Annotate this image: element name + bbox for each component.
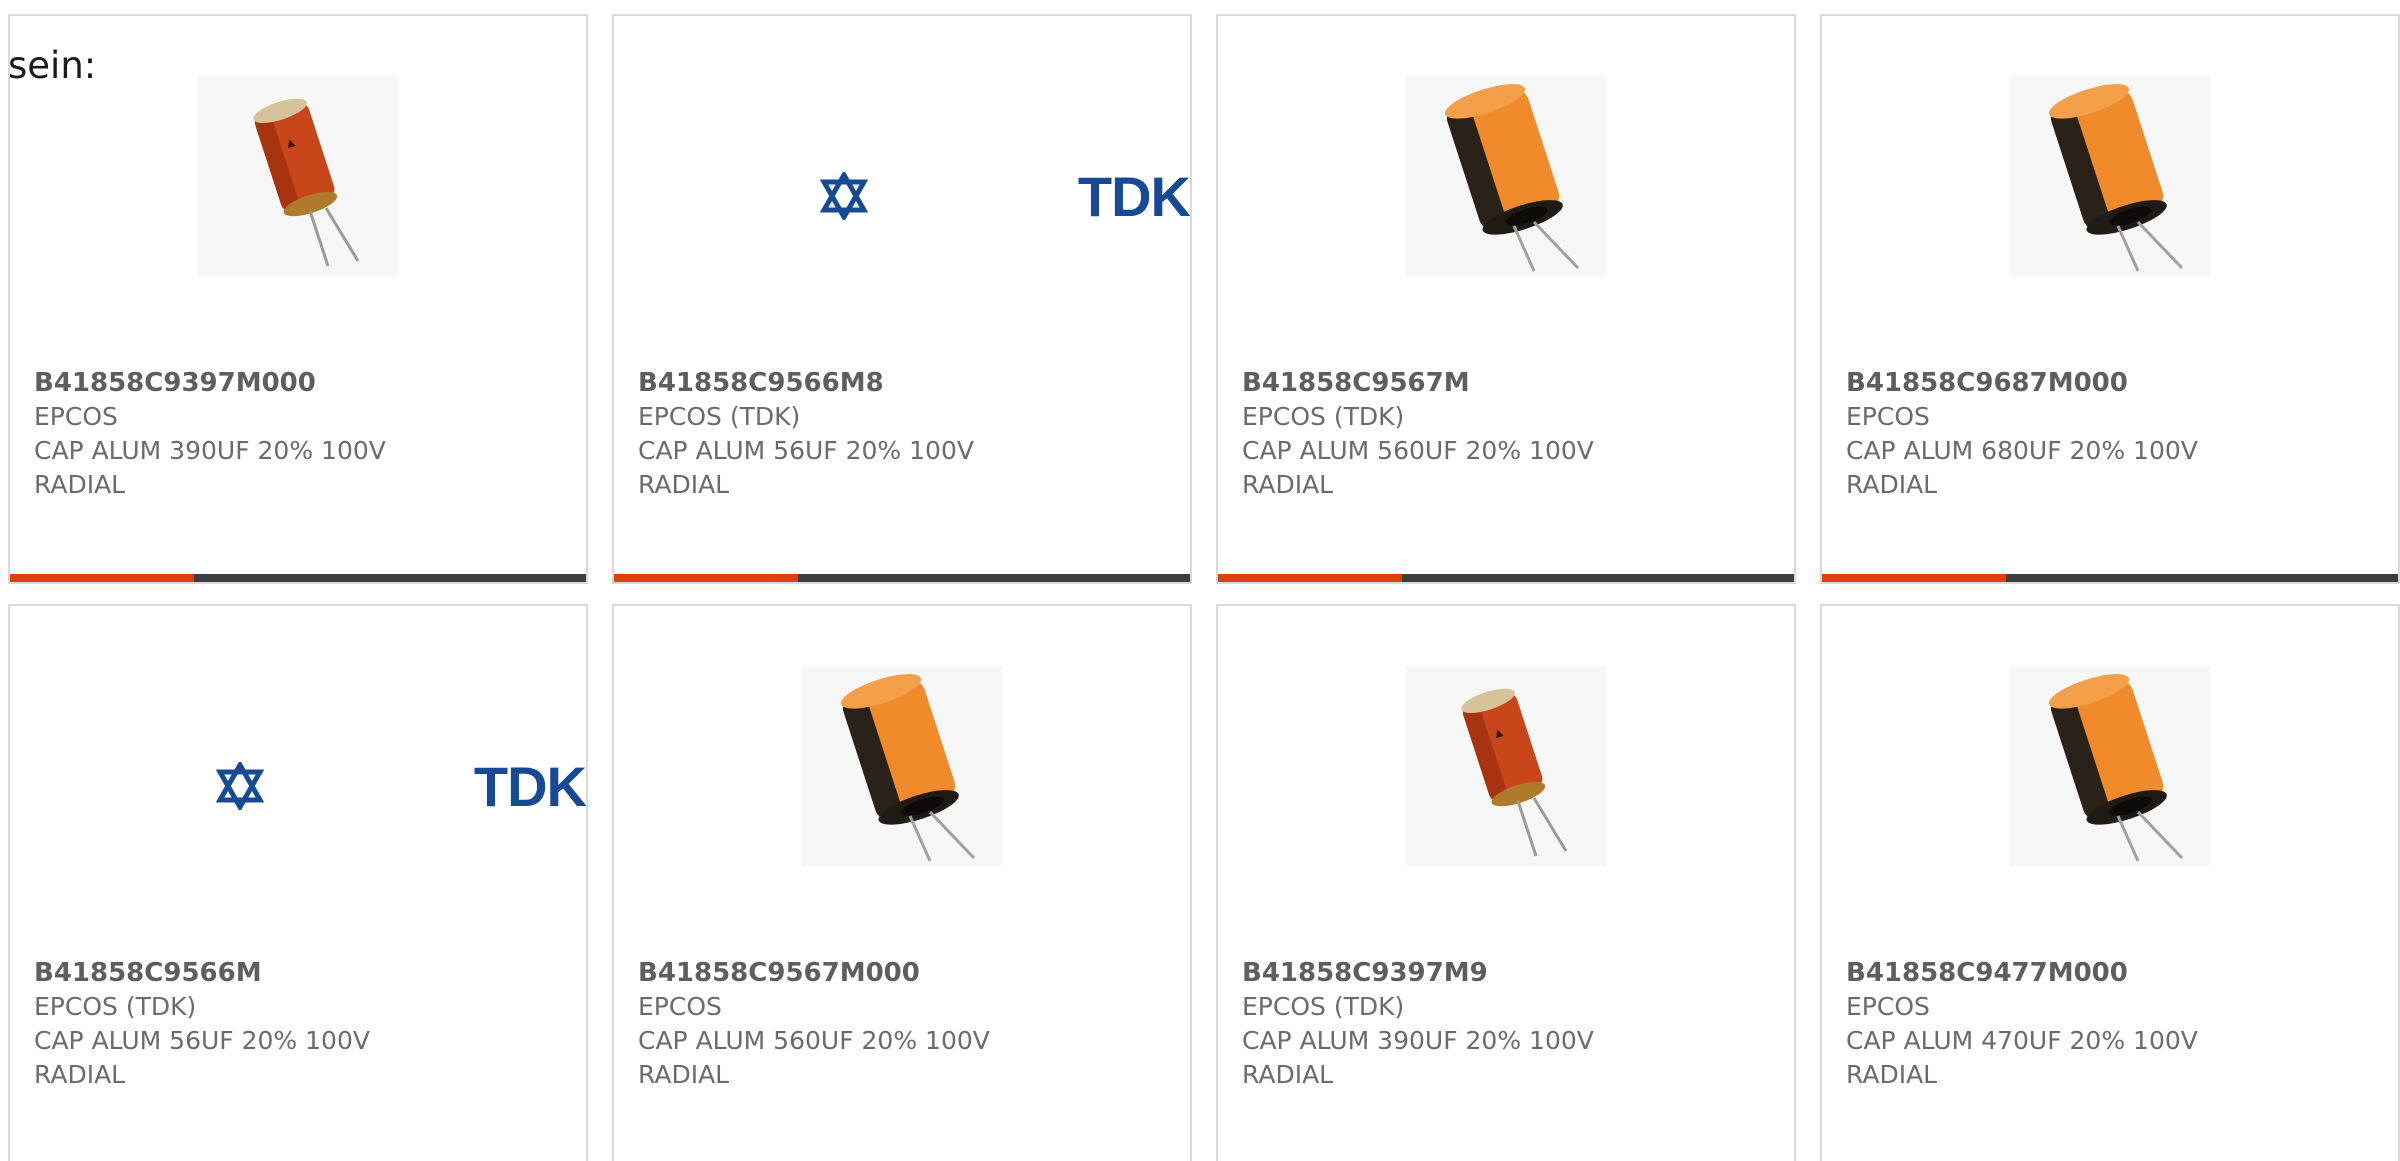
mounting-type: RADIAL	[34, 470, 126, 499]
product-card[interactable]: B41858C9567M000 EPCOS CAP ALUM 560UF 20% 1…	[612, 604, 1192, 1161]
part-number[interactable]: B41858C9477M000	[1846, 956, 2378, 990]
description: CAP ALUM 390UF 20% 100V	[34, 436, 386, 465]
card-progress-bar	[1822, 574, 2398, 582]
manufacturer: EPCOS	[34, 402, 118, 431]
manufacturer: EPCOS	[1846, 402, 1930, 431]
tdk-mark-icon	[819, 172, 868, 220]
product-image[interactable]: TDK	[614, 126, 1190, 346]
tdk-mark-icon	[215, 762, 264, 810]
product-card[interactable]: B41858C9687M000 EPCOS CAP ALUM 680UF 20% 1…	[1820, 14, 2400, 584]
mounting-type: RADIAL	[1242, 470, 1334, 499]
card-progress-bar	[10, 574, 586, 582]
mounting-type: RADIAL	[638, 470, 730, 499]
description: CAP ALUM 390UF 20% 100V	[1242, 1026, 1594, 1055]
manufacturer: EPCOS (TDK)	[1242, 402, 1405, 431]
card-progress-accent	[10, 574, 195, 582]
product-card[interactable]: TDK B41858C9566M EPCOS (TDK) CAP ALUM 56UF …	[8, 604, 588, 1161]
part-number[interactable]: B41858C9566M	[34, 956, 566, 990]
product-card[interactable]: B41858C9397M000 EPCOS CAP ALUM 390UF 20% 1…	[8, 14, 588, 584]
description: CAP ALUM 680UF 20% 100V	[1846, 436, 2198, 465]
manufacturer: EPCOS (TDK)	[34, 992, 197, 1021]
product-image[interactable]	[614, 666, 1190, 886]
capacitor-icon	[2010, 666, 2210, 866]
capacitor-icon	[2010, 76, 2210, 276]
product-image[interactable]: TDK	[10, 716, 586, 936]
product-info: B41858C9566M8 EPCOS (TDK) CAP ALUM 56UF 20…	[638, 366, 1170, 502]
capacitor-icon	[1406, 76, 1606, 276]
part-number[interactable]: B41858C9397M9	[1242, 956, 1774, 990]
product-info: B41858C9687M000 EPCOS CAP ALUM 680UF 20% 1…	[1846, 366, 2378, 502]
description: CAP ALUM 56UF 20% 100V	[34, 1026, 370, 1055]
mounting-type: RADIAL	[34, 1060, 126, 1089]
description: CAP ALUM 560UF 20% 100V	[1242, 436, 1594, 465]
mounting-type: RADIAL	[1846, 470, 1938, 499]
capacitor-icon	[198, 76, 398, 276]
capacitor-icon	[802, 666, 1002, 866]
product-image[interactable]	[1218, 666, 1794, 886]
intro-text: sein:	[8, 44, 97, 87]
mounting-type: RADIAL	[638, 1060, 730, 1089]
capacitor-icon	[1406, 666, 1606, 866]
tdk-logo-text: TDK	[1077, 164, 1190, 228]
manufacturer: EPCOS (TDK)	[638, 402, 801, 431]
manufacturer: EPCOS (TDK)	[1242, 992, 1405, 1021]
card-progress-accent	[1822, 574, 2007, 582]
part-number[interactable]: B41858C9567M000	[638, 956, 1170, 990]
product-info: B41858C9477M000 EPCOS CAP ALUM 470UF 20% 1…	[1846, 956, 2378, 1092]
description: CAP ALUM 56UF 20% 100V	[638, 436, 974, 465]
mounting-type: RADIAL	[1846, 1060, 1938, 1089]
part-number[interactable]: B41858C9567M	[1242, 366, 1774, 400]
product-image[interactable]	[10, 76, 586, 296]
mounting-type: RADIAL	[1242, 1060, 1334, 1089]
part-number[interactable]: B41858C9397M000	[34, 366, 566, 400]
tdk-logo-text: TDK	[473, 754, 586, 818]
product-info: B41858C9567M EPCOS (TDK) CAP ALUM 560UF 20…	[1242, 366, 1774, 502]
product-info: B41858C9397M9 EPCOS (TDK) CAP ALUM 390UF 2…	[1242, 956, 1774, 1092]
description: CAP ALUM 560UF 20% 100V	[638, 1026, 990, 1055]
description: CAP ALUM 470UF 20% 100V	[1846, 1026, 2198, 1055]
product-info: B41858C9567M000 EPCOS CAP ALUM 560UF 20% 1…	[638, 956, 1170, 1092]
product-grid: B41858C9397M000 EPCOS CAP ALUM 390UF 20% 1…	[0, 0, 2400, 1161]
product-image[interactable]	[1822, 666, 2398, 886]
card-progress-accent	[614, 574, 799, 582]
product-image[interactable]	[1822, 76, 2398, 296]
card-progress-bar	[614, 574, 1190, 582]
manufacturer: EPCOS	[638, 992, 722, 1021]
card-progress-accent	[1218, 574, 1403, 582]
product-card[interactable]: B41858C9477M000 EPCOS CAP ALUM 470UF 20% 1…	[1820, 604, 2400, 1161]
product-info: B41858C9397M000 EPCOS CAP ALUM 390UF 20% 1…	[34, 366, 566, 502]
product-image[interactable]	[1218, 76, 1794, 296]
product-card[interactable]: B41858C9397M9 EPCOS (TDK) CAP ALUM 390UF 2…	[1216, 604, 1796, 1161]
part-number[interactable]: B41858C9566M8	[638, 366, 1170, 400]
product-info: B41858C9566M EPCOS (TDK) CAP ALUM 56UF 20%…	[34, 956, 566, 1092]
product-grid-page: sein: B41858C9397M000 EPCOS CAP ALUM 390UF…	[0, 0, 2400, 1161]
product-card[interactable]: B41858C9567M EPCOS (TDK) CAP ALUM 560UF 20…	[1216, 14, 1796, 584]
card-progress-bar	[1218, 574, 1794, 582]
product-card[interactable]: TDK B41858C9566M8 EPCOS (TDK) CAP ALUM 56UF…	[612, 14, 1192, 584]
manufacturer: EPCOS	[1846, 992, 1930, 1021]
part-number[interactable]: B41858C9687M000	[1846, 366, 2378, 400]
